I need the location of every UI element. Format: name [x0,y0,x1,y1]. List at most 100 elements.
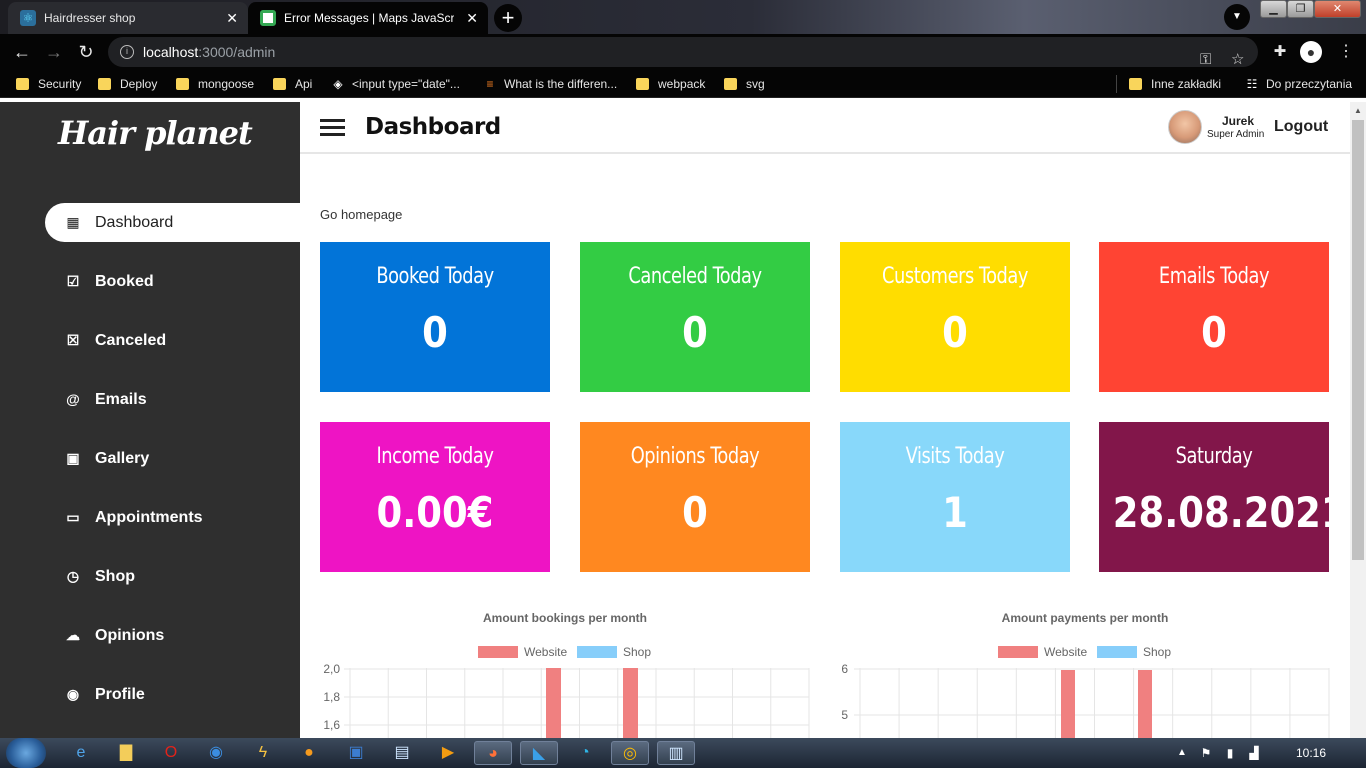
sidebar-item-label: Dashboard [95,214,174,231]
firefox-icon[interactable]: ◕ [474,741,512,765]
app-icon[interactable]: ● [290,741,328,765]
bar-website[interactable] [1061,670,1075,738]
bar-website[interactable] [1138,670,1152,738]
y-tick-label: 6 [841,662,848,676]
stat-card-value: 0 [682,308,708,357]
page-scrollbar[interactable]: ▲ [1350,102,1366,738]
bookmark-label: Security [38,77,82,91]
bookmark-label: webpack [658,77,706,91]
page-title: Dashboard [365,114,501,140]
bookmark-reading-list[interactable]: ☷ Do przeczytania [1244,76,1352,92]
network-icon[interactable]: ▟ [1244,741,1264,765]
vscode-icon[interactable]: ◣ [520,741,558,765]
payments-per-month-chart: Amount payments per month Website Shop 6… [840,608,1330,738]
calendar-x-icon: ☒ [66,332,80,348]
bookmark-security[interactable]: Security [16,76,81,92]
file-explorer-icon[interactable]: ▇ [107,741,145,765]
bar-website[interactable] [623,668,638,738]
sidebar-item-opinions[interactable]: ☁ Opinions [45,616,300,655]
maximize-button[interactable]: ❐ [1287,0,1314,18]
stat-card-title: Customers Today [882,264,1028,289]
logo[interactable]: Hair planet [58,114,253,152]
bookmark-webpack[interactable]: webpack [636,76,705,92]
extensions-icon[interactable]: ✚ [1268,40,1292,64]
profile-icon[interactable]: ● [1300,41,1322,63]
stat-card-date: Saturday 28.08.2021 [1099,422,1347,572]
firefox-dev-icon[interactable]: ◉ [197,741,235,765]
sidebar-item-emails[interactable]: @ Emails [45,380,300,419]
sidebar-item-booked[interactable]: ☑ Booked [45,262,300,301]
legend-label-website[interactable]: Website [1044,645,1087,659]
filezilla-icon[interactable]: ϟ [244,741,282,765]
new-tab-button[interactable]: + [494,4,522,32]
bookmark-deploy[interactable]: Deploy [98,76,157,92]
user-name: Jurek [1222,114,1255,128]
sidebar-item-dashboard[interactable]: ▦ Dashboard [45,203,300,242]
legend-swatch-shop[interactable] [1097,646,1137,658]
y-tick-label: 1,6 [323,718,340,732]
legend-label-website[interactable]: Website [524,645,567,659]
clock[interactable]: 10:16 [1296,746,1326,760]
battery-icon[interactable]: ▮ [1220,741,1240,765]
legend-swatch-website[interactable] [998,646,1038,658]
go-homepage-link[interactable]: Go homepage [320,207,402,222]
browser-tab-hairdresser[interactable]: ⚛ Hairdresser shop ✕ [8,2,248,34]
scroll-up-icon[interactable]: ▲ [1354,106,1362,115]
chart-grid [854,668,1330,738]
chrome-icon[interactable]: ◎ [611,741,649,765]
start-button[interactable] [6,738,46,768]
outlook-icon[interactable]: ▣ [337,741,375,765]
minimize-button[interactable]: ▁ [1260,0,1287,18]
forward-arrow-icon[interactable]: → [42,40,66,64]
scrollbar-thumb[interactable] [1352,120,1364,560]
folder-icon [273,78,286,90]
close-tab-icon[interactable]: ✕ [226,10,238,27]
notepad-icon[interactable]: ▥ [657,741,695,765]
bookmark-api[interactable]: Api [273,76,312,92]
legend-label-shop[interactable]: Shop [623,645,651,659]
sidebar-item-shop[interactable]: ◷ Shop [45,557,300,596]
sidebar-item-label: Appointments [95,509,203,526]
menu-kebab-icon[interactable]: ⋮ [1334,40,1358,64]
google-maps-icon [260,10,276,26]
media-player-icon[interactable]: ▶ [429,741,467,765]
bookmark-what-is-difference[interactable]: ≡ What is the differen... [482,76,617,92]
codepen-icon: ◈ [333,77,343,91]
address-bar[interactable]: i localhost:3000/admin ⚿ ☆ [108,37,1258,68]
back-arrow-icon[interactable]: ← [10,40,34,64]
bookmark-mongoose[interactable]: mongoose [176,76,254,92]
tab-search-icon[interactable]: ▼ [1224,4,1250,30]
info-icon[interactable]: i [120,45,134,59]
chart-grid [344,668,810,738]
sidebar-item-gallery[interactable]: ▣ Gallery [45,439,300,478]
sidebar-item-canceled[interactable]: ☒ Canceled [45,321,300,360]
browser-tab-error-messages[interactable]: Error Messages | Maps JavaScript ✕ [248,2,488,34]
browser-tab-strip: ⚛ Hairdresser shop ✕ Error Messages | Ma… [0,0,1366,34]
close-tab-icon[interactable]: ✕ [466,10,478,27]
sidebar-item-appointments[interactable]: ▭ Appointments [45,498,300,537]
hamburger-menu-icon[interactable] [320,119,345,137]
bar-website[interactable] [546,668,561,738]
tray-chevron-icon[interactable]: ▲ [1172,741,1192,765]
bookmark-svg[interactable]: svg [724,76,765,92]
bookmark-other-bookmarks[interactable]: Inne zakładki [1129,76,1221,92]
stat-card-value: 1 [942,488,968,537]
logout-button[interactable]: Logout [1274,118,1328,136]
notes-icon[interactable]: ▤ [383,741,421,765]
bookmarks-bar: Security Deploy mongoose Api ◈ <input typ… [0,70,1366,98]
internet-explorer-icon[interactable]: e [62,741,100,765]
avatar[interactable] [1168,110,1202,144]
legend-label-shop[interactable]: Shop [1143,645,1171,659]
bookings-chart-svg: Amount bookings per month Website Shop 2… [323,611,810,738]
legend-swatch-website[interactable] [478,646,518,658]
legend-swatch-shop[interactable] [577,646,617,658]
reload-icon[interactable]: ↻ [74,40,98,64]
sidebar-item-label: Shop [95,568,135,585]
edge-icon[interactable]: ◔ [566,741,604,765]
sidebar-item-profile[interactable]: ◉ Profile [45,675,300,714]
window-close-button[interactable]: ✕ [1314,0,1361,18]
opera-icon[interactable]: O [152,741,190,765]
calendar-icon: ▭ [66,509,80,525]
bookmark-input-date[interactable]: ◈ <input type="date"... [330,76,460,92]
flag-icon[interactable]: ⚑ [1196,741,1216,765]
